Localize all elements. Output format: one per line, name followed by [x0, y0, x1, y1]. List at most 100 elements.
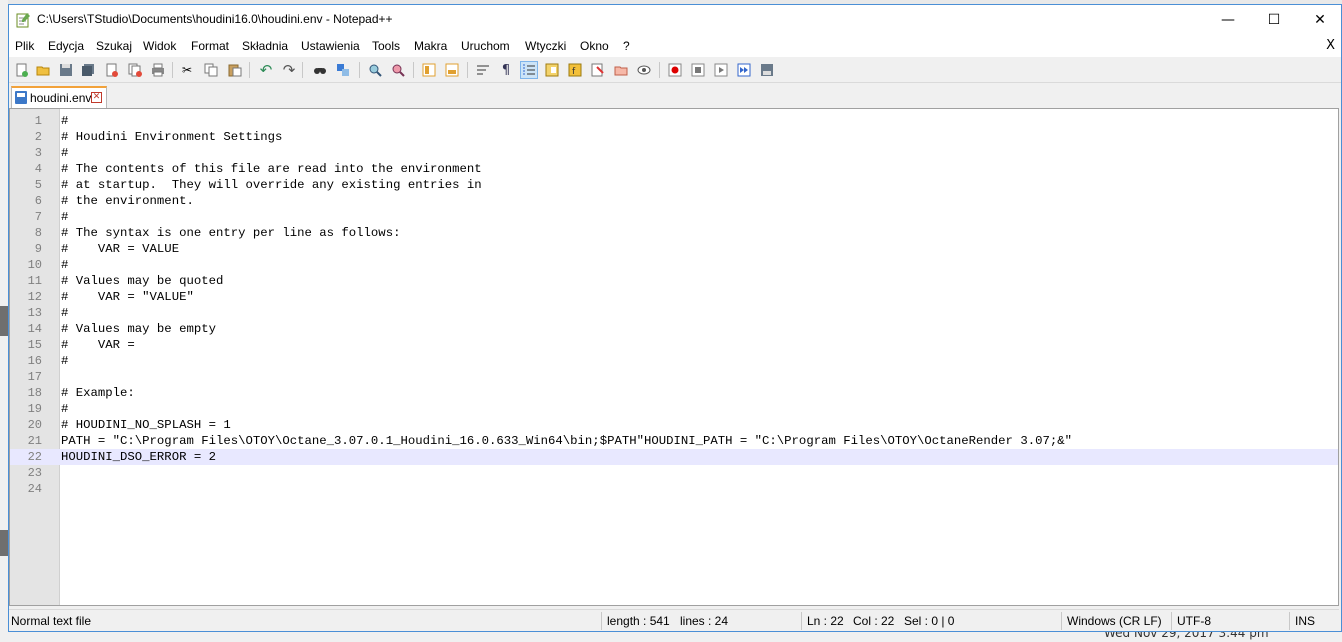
zoom-in-icon[interactable] [366, 61, 384, 79]
editor-line[interactable]: 5 # at startup. They will override any ex… [10, 177, 1338, 193]
tab-houdini-env[interactable]: houdini.env ✕ [11, 86, 107, 108]
save-icon[interactable] [57, 61, 75, 79]
stop-macro-icon[interactable] [689, 61, 707, 79]
status-divider [801, 612, 802, 630]
editor-line[interactable]: 23 [10, 465, 1338, 481]
editor-line[interactable]: 18 # Example: [10, 385, 1338, 401]
run-macro-multiple-icon[interactable] [735, 61, 753, 79]
editor-line[interactable]: 7 # [10, 209, 1338, 225]
editor-line[interactable]: 16 # [10, 353, 1338, 369]
sync-horizontal-icon[interactable] [443, 61, 461, 79]
window-title: C:\Users\TStudio\Documents\houdini16.0\h… [37, 12, 393, 26]
close-window-button[interactable]: ✕ [1297, 5, 1342, 35]
line-number: 17 [27, 370, 42, 384]
close-all-icon[interactable] [126, 61, 144, 79]
status-divider [1061, 612, 1062, 630]
find-icon[interactable] [311, 61, 329, 79]
editor-line[interactable]: 6 # the environment. [10, 193, 1338, 209]
menu-widok[interactable]: Widok [143, 39, 176, 53]
cut-icon[interactable]: ✂ [178, 61, 196, 79]
status-divider [1171, 612, 1172, 630]
editor-line[interactable]: 24 [10, 481, 1338, 497]
close-document-button[interactable]: X [1326, 38, 1335, 53]
menu-edycja[interactable]: Edycja [48, 39, 84, 53]
line-text: # [61, 258, 69, 272]
status-eol[interactable]: Windows (CR LF) [1067, 614, 1162, 628]
toolbar-separator [172, 62, 173, 78]
editor-line[interactable]: 8 # The syntax is one entry per line as f… [10, 225, 1338, 241]
editor-line[interactable]: 3 # [10, 145, 1338, 161]
word-wrap-icon[interactable] [474, 61, 492, 79]
menu-skladnia[interactable]: Składnia [242, 39, 288, 53]
copy-icon[interactable] [202, 61, 220, 79]
new-file-icon[interactable] [13, 61, 31, 79]
show-all-chars-icon[interactable]: ¶ [497, 61, 515, 79]
redo-icon[interactable]: ↷ [280, 61, 298, 79]
menu-ustawienia[interactable]: Ustawienia [301, 39, 360, 53]
editor-line[interactable]: 11 # Values may be quoted [10, 273, 1338, 289]
menu-plik[interactable]: Plik [15, 39, 34, 53]
editor-line[interactable]: 1 # [10, 113, 1338, 129]
menu-okno[interactable]: Okno [580, 39, 609, 53]
toolbar-separator [249, 62, 250, 78]
menu-format[interactable]: Format [191, 39, 229, 53]
line-text: # [61, 306, 69, 320]
folder-open-icon[interactable] [612, 61, 630, 79]
editor-line[interactable]: 17 [10, 369, 1338, 385]
status-divider [601, 612, 602, 630]
line-text: # Houdini Environment Settings [61, 130, 283, 144]
line-number: 22 [27, 450, 42, 464]
tab-close-icon[interactable]: ✕ [91, 92, 102, 103]
line-text: # Example: [61, 386, 135, 400]
editor-line[interactable]: 22 HOUDINI_DSO_ERROR = 2 [10, 449, 1338, 465]
menu-makra[interactable]: Makra [414, 39, 447, 53]
editor-line[interactable]: 20 # HOUDINI_NO_SPLASH = 1 [10, 417, 1338, 433]
function-list-icon[interactable]: f [566, 61, 584, 79]
editor-line[interactable]: 21 PATH = "C:\Program Files\OTOY\Octane_3… [10, 433, 1338, 449]
minimize-button[interactable]: — [1205, 5, 1251, 35]
editor-line[interactable]: 14 # Values may be empty [10, 321, 1338, 337]
open-file-icon[interactable] [34, 61, 52, 79]
editor-line[interactable]: 10 # [10, 257, 1338, 273]
zoom-out-icon[interactable] [389, 61, 407, 79]
sync-vertical-icon[interactable] [420, 61, 438, 79]
replace-icon[interactable] [334, 61, 352, 79]
line-number: 10 [27, 258, 42, 272]
line-text: # VAR = "VALUE" [61, 290, 194, 304]
save-all-icon[interactable] [79, 61, 97, 79]
editor-line[interactable]: 4 # The contents of this file are read in… [10, 161, 1338, 177]
paste-icon[interactable] [226, 61, 244, 79]
status-col: Col : 22 [853, 614, 895, 628]
document-map-icon[interactable] [543, 61, 561, 79]
save-macro-icon[interactable] [758, 61, 776, 79]
indent-guide-icon[interactable] [520, 61, 538, 79]
line-number: 14 [27, 322, 42, 336]
saved-file-icon [15, 91, 27, 104]
editor-line[interactable]: 12 # VAR = "VALUE" [10, 289, 1338, 305]
print-icon[interactable] [149, 61, 167, 79]
monitoring-icon[interactable] [635, 61, 653, 79]
menu-uruchom[interactable]: Uruchom [461, 39, 510, 53]
folder-workspace-icon[interactable] [589, 61, 607, 79]
record-macro-icon[interactable] [666, 61, 684, 79]
menu-szukaj[interactable]: Szukaj [96, 39, 132, 53]
close-icon[interactable] [103, 61, 121, 79]
line-number: 21 [27, 434, 42, 448]
text-editor[interactable]: 1 #2 # Houdini Environment Settings 3 #4 # Th… [9, 108, 1339, 606]
line-text: # The syntax is one entry per line as fo… [61, 226, 401, 240]
title-bar[interactable]: C:\Users\TStudio\Documents\houdini16.0\h… [9, 5, 1341, 35]
editor-line[interactable]: 15 # VAR = [10, 337, 1338, 353]
menu-wtyczki[interactable]: Wtyczki [525, 39, 566, 53]
status-encoding[interactable]: UTF-8 [1177, 614, 1211, 628]
menu-tools[interactable]: Tools [372, 39, 400, 53]
editor-line[interactable]: 2 # Houdini Environment Settings [10, 129, 1338, 145]
undo-icon[interactable]: ↶ [257, 61, 275, 79]
maximize-button[interactable]: ☐ [1251, 5, 1297, 35]
line-number: 19 [27, 402, 42, 416]
line-text: # the environment. [61, 194, 194, 208]
editor-line[interactable]: 19 # [10, 401, 1338, 417]
editor-line[interactable]: 13 # [10, 305, 1338, 321]
menu-help[interactable]: ? [623, 39, 630, 53]
editor-line[interactable]: 9 # VAR = VALUE [10, 241, 1338, 257]
play-macro-icon[interactable] [712, 61, 730, 79]
